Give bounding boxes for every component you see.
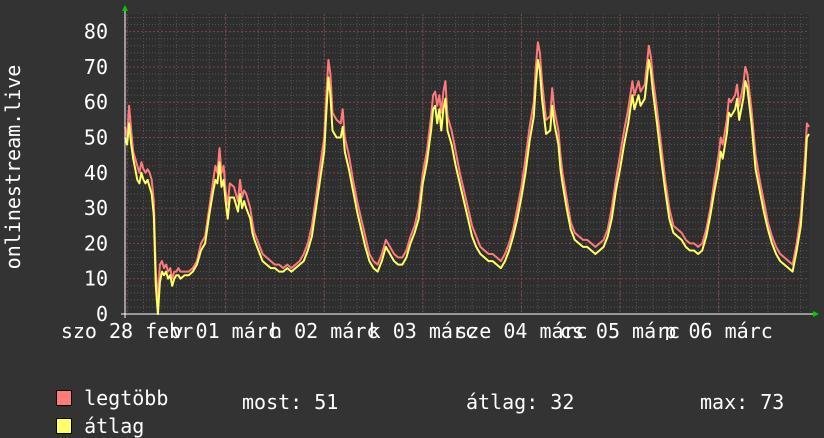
y-tick-label: 80	[84, 20, 108, 44]
x-tick-label: p 06 márc	[664, 319, 772, 340]
x-tick-label: cs 05 márc	[560, 319, 680, 340]
legend-label-avg: átlag	[84, 414, 145, 438]
plot-area	[125, 14, 809, 314]
x-tick-label: v 01 márc	[171, 319, 279, 340]
x-axis-arrow-icon	[813, 311, 819, 317]
chart: 01020304050607080 szo 28 febrv 01 márch …	[1, 5, 819, 340]
y-axis-label: onlinestream.live	[1, 65, 25, 270]
y-tick-label: 60	[84, 90, 108, 114]
y-tick-label: 20	[84, 231, 108, 255]
legend-item-avg: átlag	[32, 390, 144, 438]
legend-swatch-avg	[56, 418, 73, 434]
y-tick-label: 70	[84, 55, 108, 79]
stat-current: most: 51	[242, 390, 339, 414]
y-tick-label: 40	[84, 161, 108, 185]
y-axis-arrow-icon	[122, 5, 128, 11]
y-tick-label: 10	[84, 267, 108, 291]
stat-average: átlag: 32	[466, 390, 575, 414]
x-tick-labels: szo 28 febrv 01 márch 02 márck 03 márcsz…	[61, 319, 773, 340]
y-tick-labels: 01020304050607080	[84, 20, 108, 326]
y-tick-label: 50	[84, 126, 108, 150]
stat-max: max: 73	[700, 390, 785, 414]
x-tick-label: h 02 márc	[270, 319, 378, 340]
y-tick-label: 30	[84, 196, 108, 220]
